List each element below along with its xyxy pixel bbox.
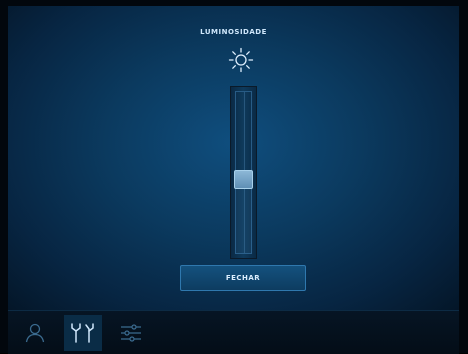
close-button[interactable]: FECHAR <box>180 265 306 291</box>
tab-user[interactable] <box>16 315 54 351</box>
tools-icon <box>71 323 94 343</box>
person-icon <box>25 323 45 343</box>
sliders-icon <box>121 324 141 342</box>
brightness-panel: LUMINOSIDADE FECHAR <box>8 6 459 310</box>
brightness-title: LUMINOSIDADE <box>200 28 267 36</box>
slider-thumb[interactable] <box>234 170 253 190</box>
brightness-slider[interactable] <box>230 86 257 259</box>
slider-fill <box>235 179 252 254</box>
sun-icon <box>228 47 254 73</box>
device-frame: LUMINOSIDADE FECHAR <box>0 0 468 354</box>
tab-settings[interactable] <box>112 315 150 351</box>
tab-tools[interactable] <box>64 315 102 351</box>
bottom-nav <box>8 310 459 354</box>
